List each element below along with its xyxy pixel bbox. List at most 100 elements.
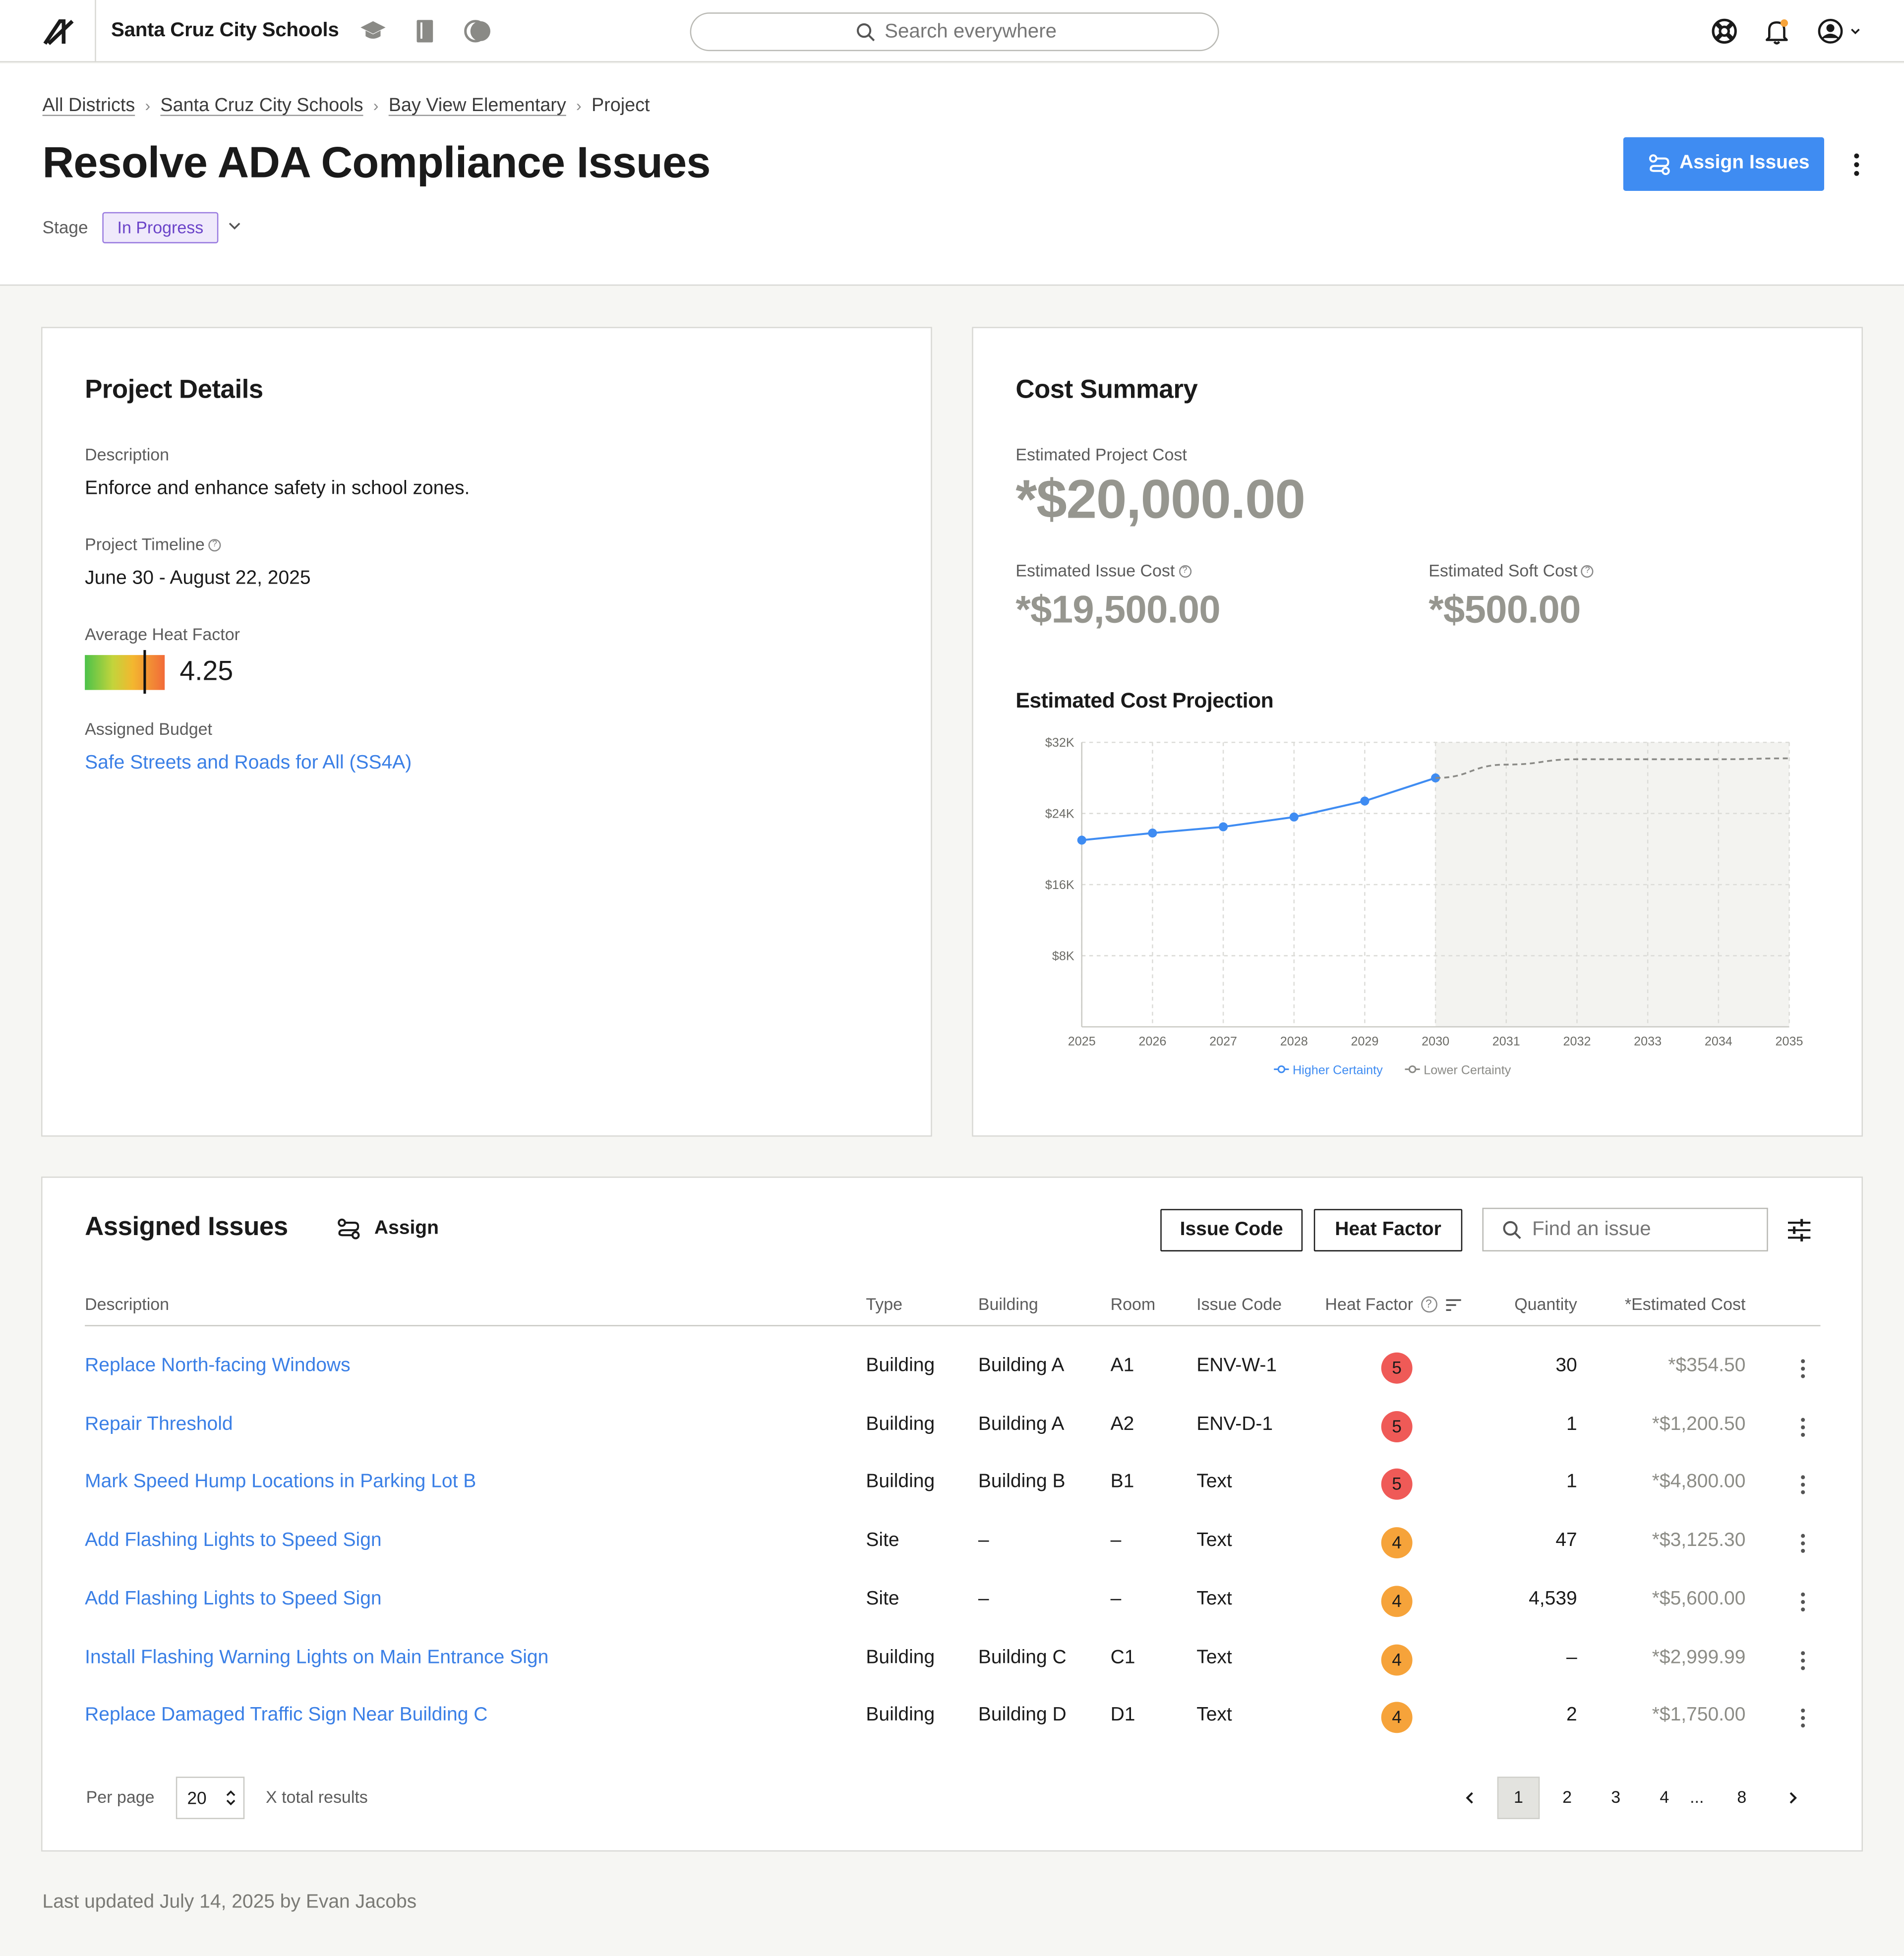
x-tick-label: 2034	[1705, 1035, 1732, 1049]
row-more-options-icon[interactable]	[1797, 1649, 1809, 1671]
soft-cost-value: *$500.00	[1428, 588, 1581, 632]
column-header-description[interactable]: Description	[85, 1295, 169, 1314]
chevron-up-down-icon	[226, 1790, 236, 1806]
projection-title: Estimated Cost Projection	[1015, 689, 1274, 712]
issue-description-link[interactable]: Replace North-facing Windows	[85, 1355, 350, 1377]
user-account-icon[interactable]	[1817, 17, 1864, 45]
higher-certainty-line	[1081, 777, 1436, 841]
column-header-quantity[interactable]: Quantity	[1502, 1295, 1577, 1314]
page-button-8[interactable]: 8	[1721, 1777, 1763, 1819]
help-icon[interactable]: ?	[208, 538, 221, 551]
issue-room: –	[1110, 1530, 1122, 1551]
issue-quantity: 4,539	[1529, 1588, 1577, 1609]
row-more-options-icon[interactable]	[1797, 1707, 1809, 1729]
issue-estimated-cost: *$5,600.00	[1652, 1588, 1746, 1609]
issue-code: Text	[1196, 1588, 1232, 1609]
issue-description-link[interactable]: Replace Damaged Traffic Sign Near Buildi…	[85, 1705, 487, 1727]
filter-heat-factor-button[interactable]: Heat Factor	[1313, 1209, 1463, 1251]
card-title: Project Details	[85, 375, 263, 405]
toggle-icon[interactable]	[464, 17, 491, 45]
assign-issues-button[interactable]: Assign Issues	[1623, 137, 1824, 191]
data-point	[1077, 835, 1086, 845]
per-page-select[interactable]: 20	[176, 1777, 245, 1819]
column-header-heat-factor[interactable]: Heat Factor ?	[1325, 1295, 1462, 1314]
table-row[interactable]: Replace Damaged Traffic Sign Near Buildi…	[43, 1690, 1864, 1748]
heat-factor-badge: 5	[1381, 1469, 1413, 1500]
issue-description-link[interactable]: Add Flashing Lights to Speed Sign	[85, 1588, 381, 1610]
help-icon[interactable]: ?	[1421, 1296, 1437, 1313]
page-button-4[interactable]: 4	[1643, 1777, 1686, 1819]
more-options-icon[interactable]	[1845, 151, 1868, 178]
table-row[interactable]: Add Flashing Lights to Speed Sign Site –…	[43, 1573, 1864, 1632]
page-button-1[interactable]: 1	[1497, 1777, 1540, 1819]
x-tick-label: 2030	[1422, 1035, 1449, 1049]
settings-sliders-icon[interactable]	[1785, 1218, 1813, 1243]
breadcrumb: All Districts › Santa Cruz City Schools …	[43, 95, 650, 116]
issue-estimated-cost: *$3,125.30	[1652, 1530, 1746, 1551]
help-lifebuoy-icon[interactable]	[1711, 17, 1738, 45]
issue-code: ENV-W-1	[1196, 1355, 1277, 1376]
chevron-down-icon[interactable]	[227, 218, 242, 233]
table-row[interactable]: Replace North-facing Windows Building Bu…	[43, 1340, 1864, 1399]
logo-icon[interactable]	[43, 16, 75, 46]
x-tick-label: 2032	[1563, 1035, 1591, 1049]
issue-description-link[interactable]: Mark Speed Hump Locations in Parking Lot…	[85, 1472, 476, 1494]
column-header-issue-code[interactable]: Issue Code	[1196, 1295, 1282, 1314]
issue-description-link[interactable]: Repair Threshold	[85, 1413, 233, 1435]
breadcrumb-link-school[interactable]: Bay View Elementary	[389, 95, 566, 116]
column-header-building[interactable]: Building	[978, 1295, 1038, 1314]
filter-issue-code-button[interactable]: Issue Code	[1160, 1209, 1303, 1251]
find-issue-input[interactable]: Find an issue	[1482, 1207, 1768, 1251]
notification-bell-icon[interactable]	[1763, 17, 1790, 45]
row-more-options-icon[interactable]	[1797, 1532, 1809, 1554]
column-header-room[interactable]: Room	[1111, 1295, 1156, 1314]
row-more-options-icon[interactable]	[1797, 1591, 1809, 1613]
data-point	[1289, 812, 1299, 822]
issue-type: Building	[866, 1646, 935, 1668]
graduation-cap-icon[interactable]	[359, 17, 387, 45]
help-icon[interactable]: ?	[1178, 564, 1191, 577]
issue-quantity: 47	[1555, 1530, 1577, 1551]
issue-code: Text	[1196, 1471, 1232, 1493]
issue-type: Building	[866, 1355, 935, 1376]
issue-description-link[interactable]: Add Flashing Lights to Speed Sign	[85, 1530, 381, 1552]
assign-link-button[interactable]: Assign	[337, 1218, 439, 1240]
row-more-options-icon[interactable]	[1797, 1358, 1809, 1380]
table-row[interactable]: Add Flashing Lights to Speed Sign Site –…	[43, 1515, 1864, 1573]
header-divider	[85, 1325, 1821, 1326]
budget-link[interactable]: Safe Streets and Roads for All (SS4A)	[85, 752, 412, 774]
issue-code: Text	[1196, 1704, 1232, 1726]
row-more-options-icon[interactable]	[1797, 1474, 1809, 1496]
issue-type: Building	[866, 1413, 935, 1435]
x-tick-label: 2035	[1776, 1035, 1803, 1049]
help-icon[interactable]: ?	[1581, 564, 1594, 577]
table-row[interactable]: Install Flashing Warning Lights on Main …	[43, 1631, 1864, 1690]
column-header-type[interactable]: Type	[866, 1295, 902, 1314]
find-placeholder: Find an issue	[1532, 1219, 1651, 1241]
global-search-input[interactable]: Search everywhere	[690, 12, 1219, 52]
search-icon	[1503, 1221, 1521, 1239]
card-title: Assigned Issues	[85, 1212, 288, 1242]
heat-factor-badge: 4	[1381, 1527, 1413, 1559]
chevron-right-icon[interactable]	[1784, 1789, 1801, 1807]
issue-building: Building B	[978, 1471, 1066, 1493]
breadcrumb-link-district[interactable]: Santa Cruz City Schools	[160, 95, 363, 116]
page-button-2[interactable]: 2	[1546, 1777, 1589, 1819]
row-more-options-icon[interactable]	[1797, 1416, 1809, 1438]
column-header-estimated-cost[interactable]: *Estimated Cost	[1608, 1295, 1746, 1314]
issue-building: Building C	[978, 1646, 1067, 1668]
page-button-3[interactable]: 3	[1595, 1777, 1637, 1819]
sort-icon[interactable]	[1444, 1298, 1462, 1310]
stage-status-badge[interactable]: In Progress	[102, 212, 219, 243]
table-row[interactable]: Repair Threshold Building Building A A2 …	[43, 1398, 1864, 1457]
chevron-right-icon: ›	[576, 96, 582, 115]
description-value: Enforce and enhance safety in school zon…	[85, 477, 470, 499]
issue-description-link[interactable]: Install Flashing Warning Lights on Main …	[85, 1646, 548, 1668]
chevron-left-icon[interactable]	[1461, 1789, 1479, 1807]
organization-name[interactable]: Santa Cruz City Schools	[111, 20, 339, 42]
book-icon[interactable]	[412, 17, 439, 45]
breadcrumb-current: Project	[591, 95, 650, 117]
table-row[interactable]: Mark Speed Hump Locations in Parking Lot…	[43, 1457, 1864, 1515]
breadcrumb-link-all-districts[interactable]: All Districts	[43, 95, 135, 116]
issue-code: Text	[1196, 1530, 1232, 1551]
